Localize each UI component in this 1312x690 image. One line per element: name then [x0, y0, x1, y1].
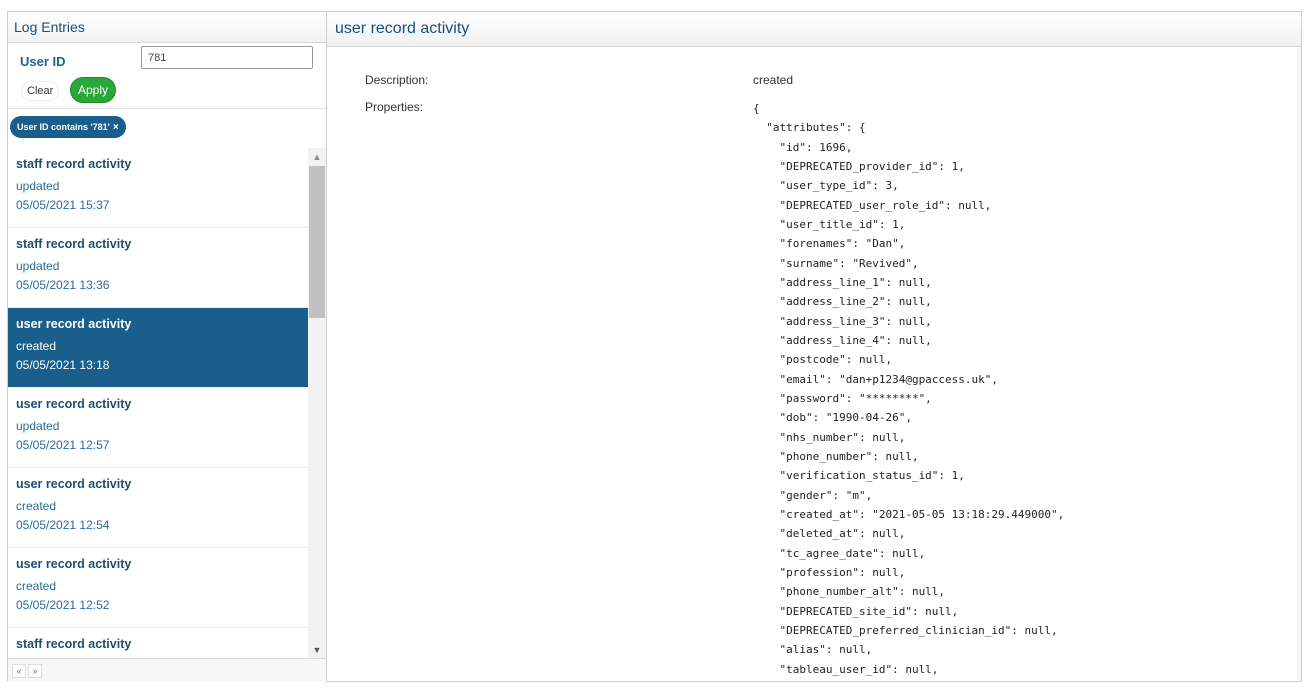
log-entry-description: updated	[16, 419, 60, 433]
properties-json-line: "dob": "1990-04-26",	[753, 411, 912, 425]
log-entry-item[interactable]: user record activity created 05/05/2021 12…	[8, 468, 308, 548]
properties-json-line: "forenames": "Dan",	[753, 237, 906, 251]
log-entry-item[interactable]: user record activity created 05/05/2021 13…	[8, 308, 308, 388]
properties-json-line: "phone_number_alt": null,	[753, 585, 946, 599]
filter-area: User ID Clear Apply	[8, 43, 326, 109]
properties-json-line: "address_line_2": null,	[753, 295, 932, 309]
active-filter-chip[interactable]: User ID contains '781' ×	[10, 116, 126, 138]
log-entry-title: user record activity	[16, 397, 132, 411]
properties-json-line: "address_line_4": null,	[753, 333, 932, 347]
properties-json-line: "gender": "m",	[753, 488, 873, 502]
user-id-label: User ID	[20, 54, 66, 69]
log-entry-date: 05/05/2021 12:54	[16, 518, 110, 532]
properties-json: { "attributes": { "id": 1696, "DEPRECATE…	[753, 99, 1064, 679]
log-entries-panel: Log Entries User ID Clear Apply User ID …	[7, 11, 327, 682]
log-list-container: staff record activity updated 05/05/2021 1…	[8, 148, 326, 658]
remove-filter-icon[interactable]: ×	[113, 122, 119, 133]
properties-json-line: "id": 1696,	[753, 140, 853, 154]
log-entry-item[interactable]: user record activity updated 05/05/2021 12…	[8, 388, 308, 468]
properties-json-line: "user_type_id": 3,	[753, 179, 899, 193]
log-detail-header: user record activity	[327, 12, 1301, 47]
log-list: staff record activity updated 05/05/2021 1…	[8, 148, 308, 658]
properties-json-line: "phone_number": null,	[753, 449, 919, 463]
log-entry-description: created	[16, 499, 57, 513]
log-entry-description: created	[16, 579, 57, 593]
log-list-scrollbar[interactable]: ▲ ▼	[308, 148, 326, 658]
properties-json-line: "DEPRECATED_preferred_clinician_id": nul…	[753, 623, 1058, 637]
properties-label: Properties:	[365, 100, 424, 114]
log-entry-date: 05/05/2021 12:57	[16, 438, 110, 452]
properties-json-line: "deleted_at": null,	[753, 527, 906, 541]
properties-json-line: "DEPRECATED_site_id": null,	[753, 604, 959, 618]
pager: « »	[8, 658, 326, 682]
description-value: created	[753, 73, 794, 87]
properties-json-line: "tc_agree_date": null,	[753, 546, 926, 560]
log-detail-title: user record activity	[335, 20, 470, 37]
properties-json-line: "DEPRECATED_provider_id": 1,	[753, 159, 965, 173]
properties-json-line: "attributes": {	[753, 121, 866, 135]
apply-button[interactable]: Apply	[70, 77, 116, 103]
properties-json-line: "DEPRECATED_user_role_id": null,	[753, 198, 992, 212]
properties-json-line: "profession": null,	[753, 565, 906, 579]
log-entry-description: updated	[16, 179, 60, 193]
log-entries-header: Log Entries	[8, 12, 326, 43]
log-entry-title: user record activity	[16, 477, 132, 491]
log-entry-date: 05/05/2021 15:37	[16, 198, 110, 212]
log-entry-date: 05/05/2021 13:36	[16, 278, 110, 292]
log-entry-title: user record activity	[16, 317, 132, 331]
properties-json-line: "email": "dan+p1234@gpaccess.uk",	[753, 372, 999, 386]
log-entry-item[interactable]: user record activity created 05/05/2021 12…	[8, 548, 308, 628]
next-page-button[interactable]: »	[28, 663, 42, 678]
scroll-thumb[interactable]	[309, 166, 325, 318]
user-id-input[interactable]	[141, 46, 313, 69]
detail-scrollbar[interactable]	[1297, 47, 1301, 681]
active-filter-text: User ID contains '781'	[17, 122, 110, 132]
log-entry-title: user record activity	[16, 557, 132, 571]
log-detail-panel: user record activity Description: create…	[327, 11, 1302, 682]
properties-json-line: "alias": null,	[753, 643, 873, 657]
properties-json-line: "postcode": null,	[753, 353, 893, 367]
properties-json-line: "surname": "Revived",	[753, 256, 919, 270]
properties-json-line: {	[753, 102, 760, 115]
properties-json-line: "user_title_id": 1,	[753, 217, 906, 231]
properties-json-line: "created_at": "2021-05-05 13:18:29.44900…	[753, 507, 1065, 521]
log-entry-title: staff record activity	[16, 157, 132, 171]
log-entry-item[interactable]: staff record activity	[8, 628, 308, 658]
properties-json-line: "password": "********",	[753, 391, 932, 405]
properties-json-line: "address_line_3": null,	[753, 314, 932, 328]
log-entry-title: staff record activity	[16, 237, 132, 251]
log-entries-title: Log Entries	[14, 19, 85, 35]
log-entry-description: updated	[16, 259, 60, 273]
prev-page-button[interactable]: «	[12, 663, 26, 678]
properties-json-line: "nhs_number": null,	[753, 430, 906, 444]
log-entry-date: 05/05/2021 13:18	[16, 358, 110, 372]
log-entry-date: 05/05/2021 12:52	[16, 598, 110, 612]
log-entry-item[interactable]: staff record activity updated 05/05/2021 1…	[8, 228, 308, 308]
description-label: Description:	[365, 73, 429, 87]
clear-button[interactable]: Clear	[21, 81, 60, 101]
log-entry-description: created	[16, 339, 57, 353]
properties-json-line: "verification_status_id": 1,	[753, 469, 965, 483]
scroll-down-icon[interactable]: ▼	[308, 641, 326, 658]
log-entry-item[interactable]: staff record activity updated 05/05/2021 1…	[8, 148, 308, 228]
properties-json-line: "address_line_1": null,	[753, 275, 932, 289]
log-entry-title: staff record activity	[16, 637, 132, 651]
properties-json-line: "tableau_user_id": null,	[753, 662, 939, 676]
scroll-up-icon[interactable]: ▲	[308, 148, 326, 165]
active-filters: User ID contains '781' ×	[8, 109, 326, 145]
